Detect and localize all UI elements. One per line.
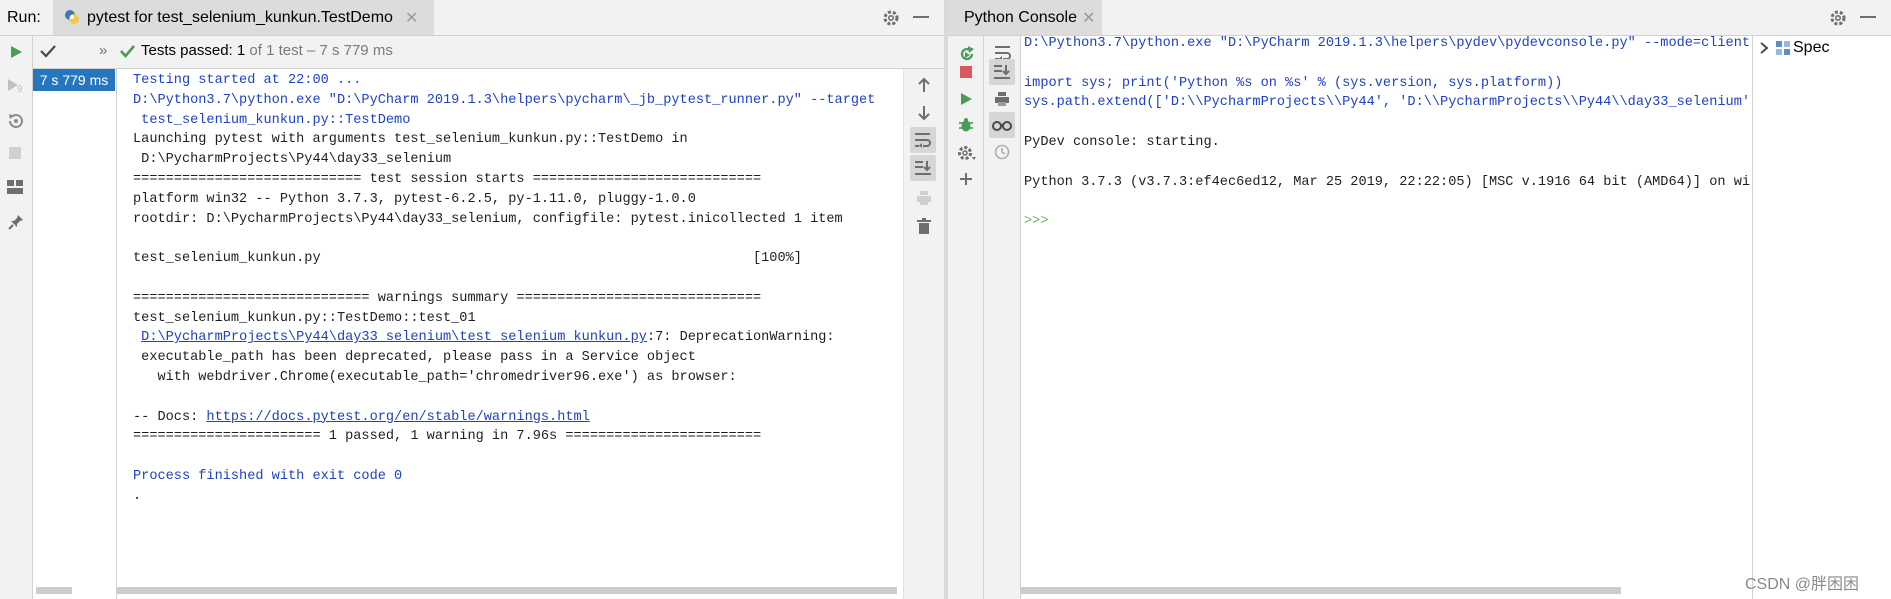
- run-toolbar: » Tests passed: 1 of 1 test – 7 s 779 ms: [33, 36, 944, 69]
- special-variables-label: Spec: [1793, 39, 1830, 56]
- console-line: Process finished with exit code 0: [133, 469, 403, 484]
- console-line: test_selenium_kunkun.py [100%]: [133, 251, 802, 267]
- console-line: platform win32 -- Python 3.7.3, pytest-6…: [133, 191, 696, 207]
- console-line: D:\Python3.7\python.exe "D:\PyCharm 2019…: [1024, 36, 1751, 51]
- run-header: Run: pytest for test_selenium_kunkun.Tes…: [0, 0, 944, 36]
- docs-link[interactable]: https://docs.pytest.org/en/stable/warnin…: [206, 410, 589, 425]
- watermark: CSDN @胖困困: [1745, 576, 1860, 593]
- console-line: test_selenium_kunkun.py::TestDemo: [133, 112, 411, 128]
- print-icon[interactable]: [916, 190, 932, 206]
- warning-file-link[interactable]: D:\PycharmProjects\Py44\day33_selenium\t…: [141, 330, 647, 345]
- warning-line: D:\PycharmProjects\Py44\day33_selenium\t…: [133, 330, 835, 346]
- status-count: 1: [236, 42, 246, 59]
- console-line: test_selenium_kunkun.py::TestDemo::test_…: [133, 310, 476, 326]
- pytest-icon: [64, 9, 80, 25]
- close-icon[interactable]: ✕: [1082, 8, 1095, 28]
- scroll-to-end-icon[interactable]: [993, 64, 1011, 80]
- python-console-tab-title: Python Console: [964, 9, 1077, 26]
- show-variables-icon[interactable]: [992, 118, 1012, 132]
- test-tree-row[interactable]: 7 s 779 ms: [33, 69, 115, 91]
- test-status: Tests passed: 1 of 1 test – 7 s 779 ms: [141, 42, 393, 59]
- python-console-panel: Python Console ✕ D:\Python3.7\python.exe…: [948, 0, 1891, 599]
- console-line: .: [133, 488, 142, 504]
- run-panel: Run: pytest for test_selenium_kunkun.Tes…: [0, 0, 945, 599]
- python-console-header: Python Console ✕: [948, 0, 1891, 36]
- console-line: rootdir: D:\PycharmProjects\Py44\day33_s…: [133, 211, 843, 227]
- run-label: Run:: [7, 9, 41, 26]
- console-line: ======================= 1 passed, 1 warn…: [133, 429, 762, 445]
- python-console-horizontal-scrollbar[interactable]: [1021, 585, 1751, 596]
- console-line: import sys; print('Python %s on %s' % (s…: [1024, 75, 1563, 91]
- show-passed-icon[interactable]: [40, 44, 56, 58]
- console-line: ============================ test sessio…: [133, 172, 762, 187]
- run-left-toolbar: 9: [0, 36, 33, 599]
- variables-panel: Spec: [1752, 36, 1891, 599]
- status-suffix: of 1 test – 7 s 779 ms: [249, 42, 393, 59]
- console-line: with webdriver.Chrome(executable_path='c…: [133, 370, 737, 385]
- pin-icon[interactable]: [8, 214, 24, 230]
- console-line: sys.path.extend(['D:\\PycharmProjects\\P…: [1024, 95, 1751, 111]
- run-console-toolbar: [903, 69, 945, 599]
- console-line: ============================= warnings s…: [133, 290, 762, 306]
- python-console-tab[interactable]: Python Console ✕: [948, 0, 1102, 35]
- gear-icon[interactable]: [1829, 9, 1847, 27]
- docs-prefix: -- Docs:: [133, 409, 207, 425]
- expand-chevron-icon[interactable]: [1759, 42, 1769, 54]
- console-prompt[interactable]: >>>: [1024, 214, 1048, 230]
- stop-icon[interactable]: [959, 65, 973, 79]
- check-icon: [120, 44, 135, 58]
- trash-icon[interactable]: [917, 218, 931, 234]
- toggle-auto-test-icon[interactable]: [7, 112, 25, 130]
- minimize-icon[interactable]: [1860, 16, 1876, 19]
- print-icon[interactable]: [994, 91, 1010, 107]
- console-line: executable_path has been deprecated, ple…: [133, 350, 696, 366]
- settings-icon[interactable]: [957, 144, 977, 162]
- scroll-to-end-icon[interactable]: [914, 160, 932, 176]
- gear-icon[interactable]: [882, 9, 900, 27]
- console-line: D:\PycharmProjects\Py44\day33_selenium: [133, 152, 452, 168]
- tree-horizontal-scrollbar[interactable]: [33, 585, 116, 596]
- run-tab-title: pytest for test_selenium_kunkun.TestDemo: [87, 9, 393, 26]
- console-line: PyDev console: starting.: [1024, 135, 1220, 150]
- rerun-console-icon[interactable]: [958, 45, 976, 63]
- warning-text: :7: DeprecationWarning:: [646, 330, 835, 346]
- more-chevron-icon[interactable]: »: [99, 42, 107, 59]
- special-variables-icon: [1776, 41, 1790, 55]
- console-line: D:\Python3.7\python.exe "D:\PyCharm 2019…: [133, 92, 876, 108]
- console-line: Python 3.7.3 (v3.7.3:ef4ec6ed12, Mar 25 …: [1024, 174, 1751, 190]
- test-tree: 7 s 779 ms: [33, 69, 117, 599]
- soft-wrap-icon[interactable]: [914, 132, 932, 148]
- arrow-up-icon[interactable]: [917, 77, 931, 93]
- rerun-icon[interactable]: [9, 45, 23, 59]
- console-horizontal-scrollbar[interactable]: [117, 585, 902, 596]
- execute-icon[interactable]: [959, 92, 973, 106]
- python-console-view-toolbar: [984, 36, 1021, 599]
- run-console-output[interactable]: Testing started at 22:00 ... D:\Python3.7…: [117, 69, 902, 594]
- layout-icon[interactable]: [7, 180, 23, 194]
- status-prefix: Tests passed:: [141, 42, 233, 59]
- run-tab[interactable]: pytest for test_selenium_kunkun.TestDemo…: [53, 0, 434, 35]
- rerun-failed-icon[interactable]: 9: [7, 78, 25, 94]
- docs-line: -- Docs: https://docs.pytest.org/en/stab…: [133, 410, 590, 426]
- minimize-icon[interactable]: [913, 16, 929, 19]
- arrow-down-icon[interactable]: [917, 105, 931, 121]
- console-line: Launching pytest with arguments test_sel…: [133, 132, 688, 148]
- debug-icon[interactable]: [958, 117, 974, 133]
- add-icon[interactable]: [959, 172, 973, 186]
- python-console-left-toolbar: [948, 36, 984, 599]
- python-console-output[interactable]: D:\Python3.7\python.exe "D:\PyCharm 2019…: [1021, 36, 1751, 586]
- history-icon[interactable]: [994, 144, 1010, 160]
- close-icon[interactable]: ✕: [405, 8, 418, 28]
- svg-text:9: 9: [17, 85, 23, 94]
- console-line: Testing started at 22:00 ...: [133, 73, 362, 88]
- stop-icon[interactable]: [8, 146, 22, 160]
